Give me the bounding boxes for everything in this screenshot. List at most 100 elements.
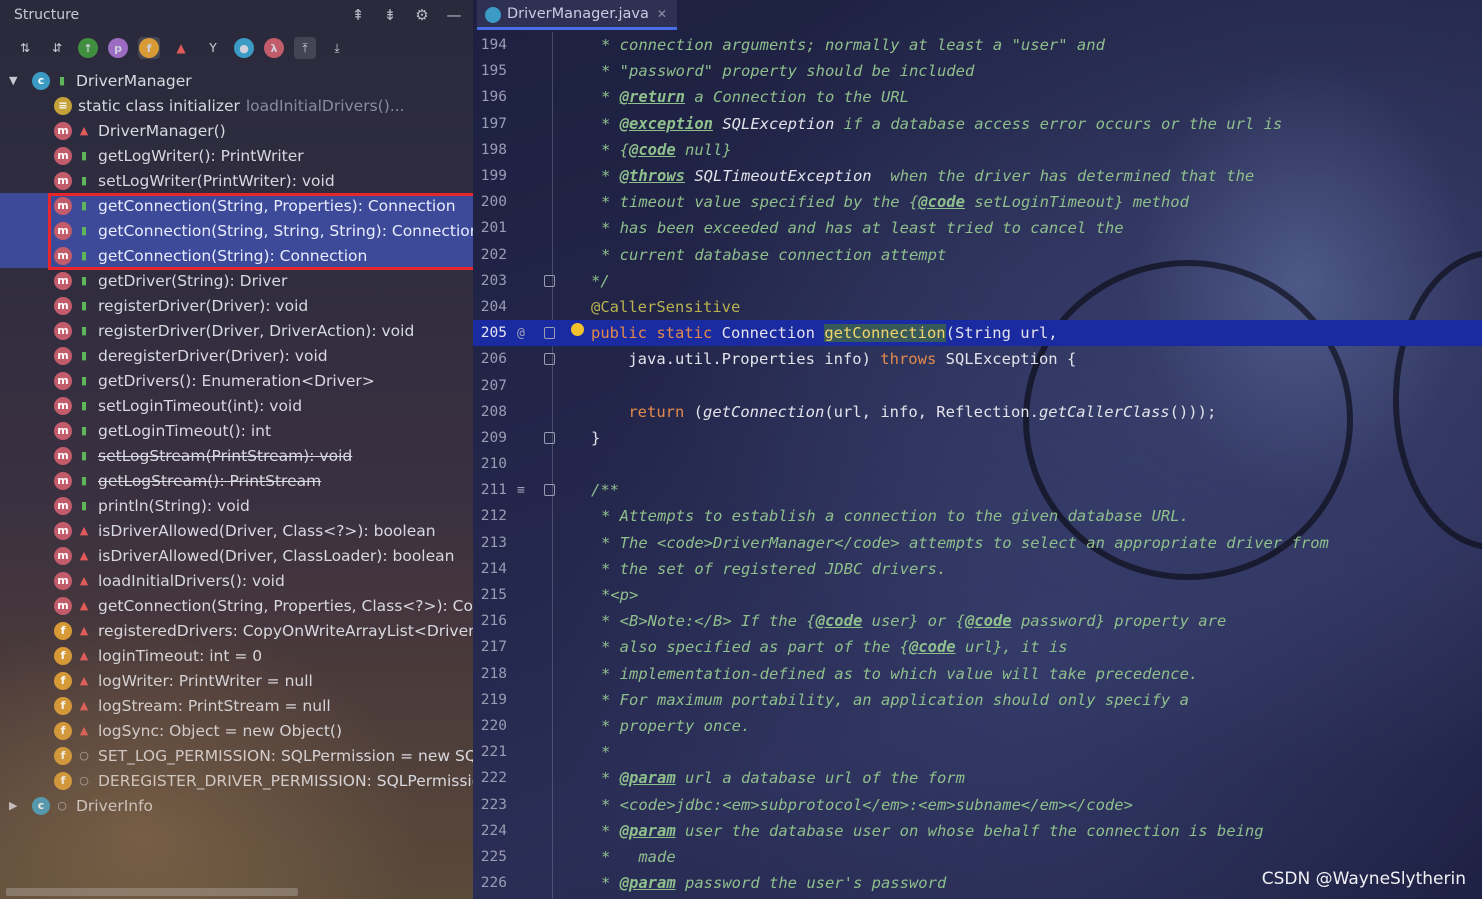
code-line[interactable]: 207 [473,372,1482,398]
tree-item[interactable]: f ▲ logStream: PrintStream = null [0,693,473,718]
fold-marker-icon[interactable] [544,327,555,340]
code-line[interactable]: 215 *<p> [473,582,1482,608]
tree-item[interactable]: m ▲ isDriverAllowed(Driver, ClassLoader): … [0,543,473,568]
chevron-down-icon[interactable]: ▼ [9,74,17,87]
code-line[interactable]: 216 * <B>Note:</B> If the {@code user} or… [473,608,1482,634]
code-line[interactable]: 219 * For maximum portability, an applica… [473,687,1482,713]
horizontal-scrollbar[interactable] [6,888,298,896]
fold-marker-icon[interactable] [544,353,555,366]
anonymous-icon[interactable]: Y [202,37,224,59]
tree-item[interactable]: f ▲ registeredDrivers: CopyOnWriteArrayLis… [0,618,473,643]
collapse-all-icon[interactable]: ⇟ [379,4,401,26]
tree-item[interactable]: ≡ static class initializer loadInitialDriv… [0,93,473,118]
code-line[interactable]: 223 * <code>jdbc:<em>subprotocol</em>:<em… [473,791,1482,817]
tree-item[interactable]: m ▮ getConnection(String, String, String):… [0,218,473,243]
code-token: * For maximum portability, an applicatio… [601,690,1189,709]
code-token: @param [619,769,676,788]
sort-visibility-icon[interactable]: ⇅ [14,37,36,59]
tree-item[interactable]: m ▮ setLogWriter(PrintWriter): void [0,168,473,193]
fold-marker-icon[interactable] [544,274,555,287]
tree-item-label: logStream: PrintStream = null [98,696,331,715]
tree-item[interactable]: m ▲ isDriverAllowed(Driver, Class<?>): boo… [0,518,473,543]
tree-item[interactable]: m ▮ getConnection(String): Connection [0,243,473,268]
tree-item[interactable]: m ▮ println(String): void [0,493,473,518]
code-line[interactable]: 212 * Attempts to establish a connection … [473,503,1482,529]
tree-item[interactable]: m ▲ loadInitialDrivers(): void [0,568,473,593]
code-line[interactable]: 203 */ [473,268,1482,294]
close-icon[interactable]: ✕ [657,7,667,21]
tree-item[interactable]: ▼ c ▮ DriverManager [0,68,473,93]
code-line[interactable]: 220 * property once. [473,713,1482,739]
inherited-icon[interactable]: ↑ [78,38,98,58]
tree-item[interactable]: ▶ c ○ DriverInfo [0,793,473,818]
fields-icon[interactable]: f [138,37,160,59]
autoscroll-from-source-icon[interactable]: ⤓ [326,37,348,59]
tree-item[interactable]: m ▮ getLogStream(): PrintStream [0,468,473,493]
gear-icon[interactable]: ⚙ [411,4,433,26]
code-line[interactable]: 196 * @return a Connection to the URL [473,84,1482,110]
code-line[interactable]: 222 * @param url a database url of the fo… [473,765,1482,791]
tree-item[interactable]: m ▮ registerDriver(Driver, DriverAction): … [0,318,473,343]
code-line[interactable]: 197 * @exception SQLException if a databa… [473,111,1482,137]
code-line[interactable]: 209} [473,425,1482,451]
tree-item[interactable]: m ▮ setLoginTimeout(int): void [0,393,473,418]
code-line[interactable]: 205 @ public static Connection getConnecti… [473,320,1482,347]
tree-item[interactable]: f ○ DEREGISTER_DRIVER_PERMISSION: SQLPermi… [0,768,473,793]
code-line[interactable]: 200 * timeout value specified by the {@co… [473,189,1482,215]
tree-item[interactable]: m ▲ DriverManager() [0,118,473,143]
tree-item[interactable]: m ▮ getLoginTimeout(): int [0,418,473,443]
code-line[interactable]: 194 * connection arguments; normally at l… [473,32,1482,58]
minimize-icon[interactable]: — [443,4,465,26]
tree-item[interactable]: f ▲ loginTimeout: int = 0 [0,643,473,668]
autoscroll-to-source-icon[interactable]: ⤒ [294,37,316,59]
code-line[interactable]: 195 * "password" property should be inclu… [473,58,1482,84]
code-line[interactable]: 213 * The <code>DriverManager</code> atte… [473,530,1482,556]
interface-icon[interactable]: ● [234,38,254,58]
lambda-icon[interactable]: λ [264,38,284,58]
fold-marker-icon[interactable] [544,431,555,444]
code-line[interactable]: 206 java.util.Properties info) throws SQ… [473,346,1482,372]
line-number: 221 [480,744,507,761]
tree-item[interactable]: f ▲ logWriter: PrintWriter = null [0,668,473,693]
code-line[interactable]: 218 * implementation-defined as to which … [473,661,1482,687]
annotation-gutter-icon[interactable]: @ [517,326,525,341]
lightbulb-icon[interactable] [571,323,584,337]
expand-all-icon[interactable]: ⇞ [347,4,369,26]
code-token: url}, it is [955,638,1068,657]
code-line[interactable]: 217 * also specified as part of the {@cod… [473,634,1482,660]
tree-item[interactable]: m ▮ setLogStream(PrintStream): void [0,443,473,468]
doc-render-icon[interactable]: ≡ [517,483,525,498]
properties-icon[interactable]: p [108,38,128,58]
code-line[interactable]: 198 * {@code null} [473,137,1482,163]
code-line[interactable]: 221 * [473,739,1482,765]
sort-alpha-icon[interactable]: ⇵ [46,37,68,59]
code-line[interactable]: 225 * made [473,844,1482,870]
code-token: * Attempts to establish a connection to … [601,507,1189,526]
code-line[interactable]: 214 * the set of registered JDBC drivers. [473,556,1482,582]
code-line[interactable]: 211 ≡ /** [473,477,1482,503]
code-line[interactable]: 208 return (getConnection(url, info, Ref… [473,399,1482,425]
code-line[interactable]: 210 [473,451,1482,477]
tree-item-label: getDrivers(): Enumeration<Driver> [98,371,375,390]
private-lock-icon: ▲ [79,649,89,662]
chevron-right-icon[interactable]: ▶ [9,799,17,812]
fold-marker-icon[interactable] [544,484,555,497]
line-number: 198 [480,141,507,158]
tree-item[interactable]: m ▲ getConnection(String, Properties, Clas… [0,593,473,618]
tree-item[interactable]: f ▲ logSync: Object = new Object() [0,718,473,743]
lock-icon[interactable]: ▲ [170,37,192,59]
code-line[interactable]: 202 * current database connection attempt [473,242,1482,268]
tree-item[interactable]: f ○ SET_LOG_PERMISSION: SQLPermission = ne… [0,743,473,768]
tree-item[interactable]: m ▮ getConnection(String, Properties): Con… [0,193,473,218]
code-line[interactable]: 201 * has been exceeded and has at least … [473,215,1482,241]
tab-drivermanager-java[interactable]: DriverManager.java ✕ [477,0,677,30]
tree-item[interactable]: m ▮ registerDriver(Driver): void [0,293,473,318]
tree-item[interactable]: m ▮ getDrivers(): Enumeration<Driver> [0,368,473,393]
code-line[interactable]: 199 * @throws SQLTimeoutException when th… [473,163,1482,189]
code-line[interactable]: 224 * @param user the database user on wh… [473,818,1482,844]
tree-item[interactable]: m ▮ getDriver(String): Driver [0,268,473,293]
code-line[interactable]: 204 @CallerSensitive [473,294,1482,320]
tree-item[interactable]: m ▮ deregisterDriver(Driver): void [0,343,473,368]
tree-item[interactable]: m ▮ getLogWriter(): PrintWriter [0,143,473,168]
code-lines[interactable]: 194 * connection arguments; normally at l… [473,32,1482,896]
